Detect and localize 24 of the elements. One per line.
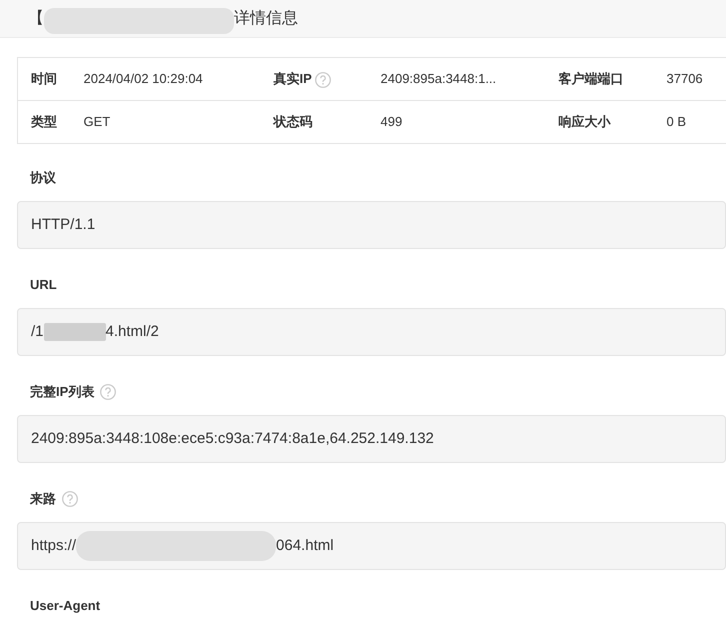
field-label: 状态码 [274,114,312,130]
section-label: URL [30,276,57,294]
field-label: 真实IP [274,71,312,86]
section-label: 来路 [30,490,56,508]
help-icon[interactable] [62,490,78,506]
field-label: 类型 [31,114,57,130]
field-value: 2024/04/02 10:29:04 [84,71,203,86]
section-label: User-Agent [30,596,100,615]
field-value: HTTP/1.1 [31,214,96,235]
field-value: https:// 064.html [31,531,334,561]
field-value: /1 4.html/2 [31,322,159,343]
field-label: 时间 [31,71,57,86]
help-icon[interactable] [315,72,332,88]
help-icon[interactable] [100,384,116,400]
section-label: 完整IP列表 [30,382,94,401]
field-value: 2409:895a:3448:1... [380,71,496,86]
field-value: 499 [380,114,402,130]
field-value: 37706 [666,71,703,86]
field-value: 0 B [666,114,686,130]
field-value: GET [84,114,110,130]
section-label: 协议 [30,168,56,187]
field-label: 客户端端口 [558,71,624,86]
field-value: 2409:895a:3448:108e:ece5:c93a:7474:8a1e,64.252.149.132 [31,428,434,449]
field-label: 响应大小 [558,114,610,130]
